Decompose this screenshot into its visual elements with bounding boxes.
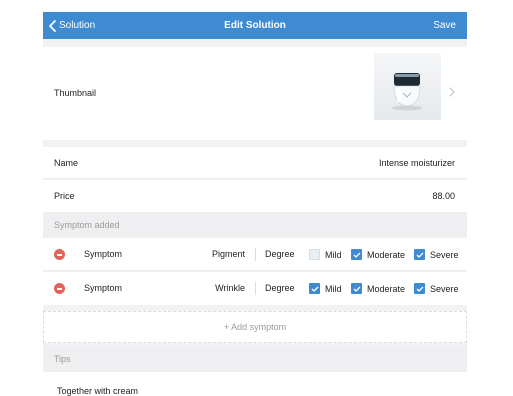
tips-text[interactable]: Together with cream xyxy=(57,386,138,396)
degree-option-severe[interactable]: Severe xyxy=(414,238,459,271)
degree-option-mild[interactable]: Mild xyxy=(309,272,342,305)
checkbox-checked-icon[interactable] xyxy=(309,283,320,294)
degree-option-label: Mild xyxy=(325,283,342,294)
divider xyxy=(255,248,256,261)
degree-option-label: Mild xyxy=(325,249,342,260)
checkbox-checked-icon[interactable] xyxy=(414,249,425,260)
name-value[interactable]: Intense moisturizer xyxy=(379,147,455,179)
degree-option-label: Moderate xyxy=(367,249,406,260)
page-title: Edit Solution xyxy=(224,20,286,31)
back-button-label: Solution xyxy=(59,20,96,31)
degree-label: Degree xyxy=(265,283,295,293)
back-button[interactable]: Solution xyxy=(49,12,95,39)
save-button[interactable]: Save xyxy=(433,12,456,39)
degree-option-severe[interactable]: Severe xyxy=(414,272,459,305)
thumbnail-label: Thumbnail xyxy=(54,88,97,98)
name-field-row[interactable]: Name Intense moisturizer xyxy=(43,147,467,179)
degree-option-label: Severe xyxy=(430,283,459,294)
chevron-left-icon xyxy=(49,19,56,32)
edit-solution-screen: Solution Edit Solution Save Thumbnail Na… xyxy=(43,12,467,396)
symptom-label: Symptom xyxy=(84,249,123,259)
add-symptom-button[interactable]: + Add symptom xyxy=(43,311,467,343)
degree-label: Degree xyxy=(265,249,295,259)
tips-section-header: Tips xyxy=(43,346,467,372)
degree-option-moderate[interactable]: Moderate xyxy=(351,238,405,271)
remove-symptom-icon[interactable] xyxy=(54,249,65,260)
chevron-right-icon xyxy=(449,87,455,97)
thumbnail-row[interactable]: Thumbnail xyxy=(43,47,467,140)
remove-symptom-icon[interactable] xyxy=(54,283,65,294)
symptom-name: Wrinkle xyxy=(215,283,245,293)
price-field-row[interactable]: Price 88.00 xyxy=(43,180,467,212)
symptom-row: Symptom Pigment Degree Mild Moderate Sev… xyxy=(43,238,467,271)
price-label: Price xyxy=(54,191,75,201)
product-thumbnail-image[interactable] xyxy=(374,53,441,120)
checkbox-checked-icon[interactable] xyxy=(414,283,425,294)
navigation-bar: Solution Edit Solution Save xyxy=(43,12,467,39)
tips-field[interactable]: Together with cream xyxy=(43,372,467,396)
price-value[interactable]: 88.00 xyxy=(432,180,455,212)
degree-option-mild[interactable]: Mild xyxy=(309,238,342,271)
product-jar-illustration xyxy=(392,73,422,111)
degree-option-label: Moderate xyxy=(367,283,406,294)
symptom-row: Symptom Wrinkle Degree Mild Moderate Sev… xyxy=(43,272,467,305)
symptom-name: Pigment xyxy=(211,249,245,259)
checkbox-unchecked-icon[interactable] xyxy=(309,249,320,260)
degree-option-moderate[interactable]: Moderate xyxy=(351,272,405,305)
checkbox-checked-icon[interactable] xyxy=(351,283,362,294)
checkbox-checked-icon[interactable] xyxy=(351,249,362,260)
divider xyxy=(255,282,256,295)
symptom-label: Symptom xyxy=(84,283,123,293)
symptom-section-header: Symptom added xyxy=(43,212,467,238)
degree-option-label: Severe xyxy=(430,249,459,260)
name-label: Name xyxy=(54,158,79,168)
